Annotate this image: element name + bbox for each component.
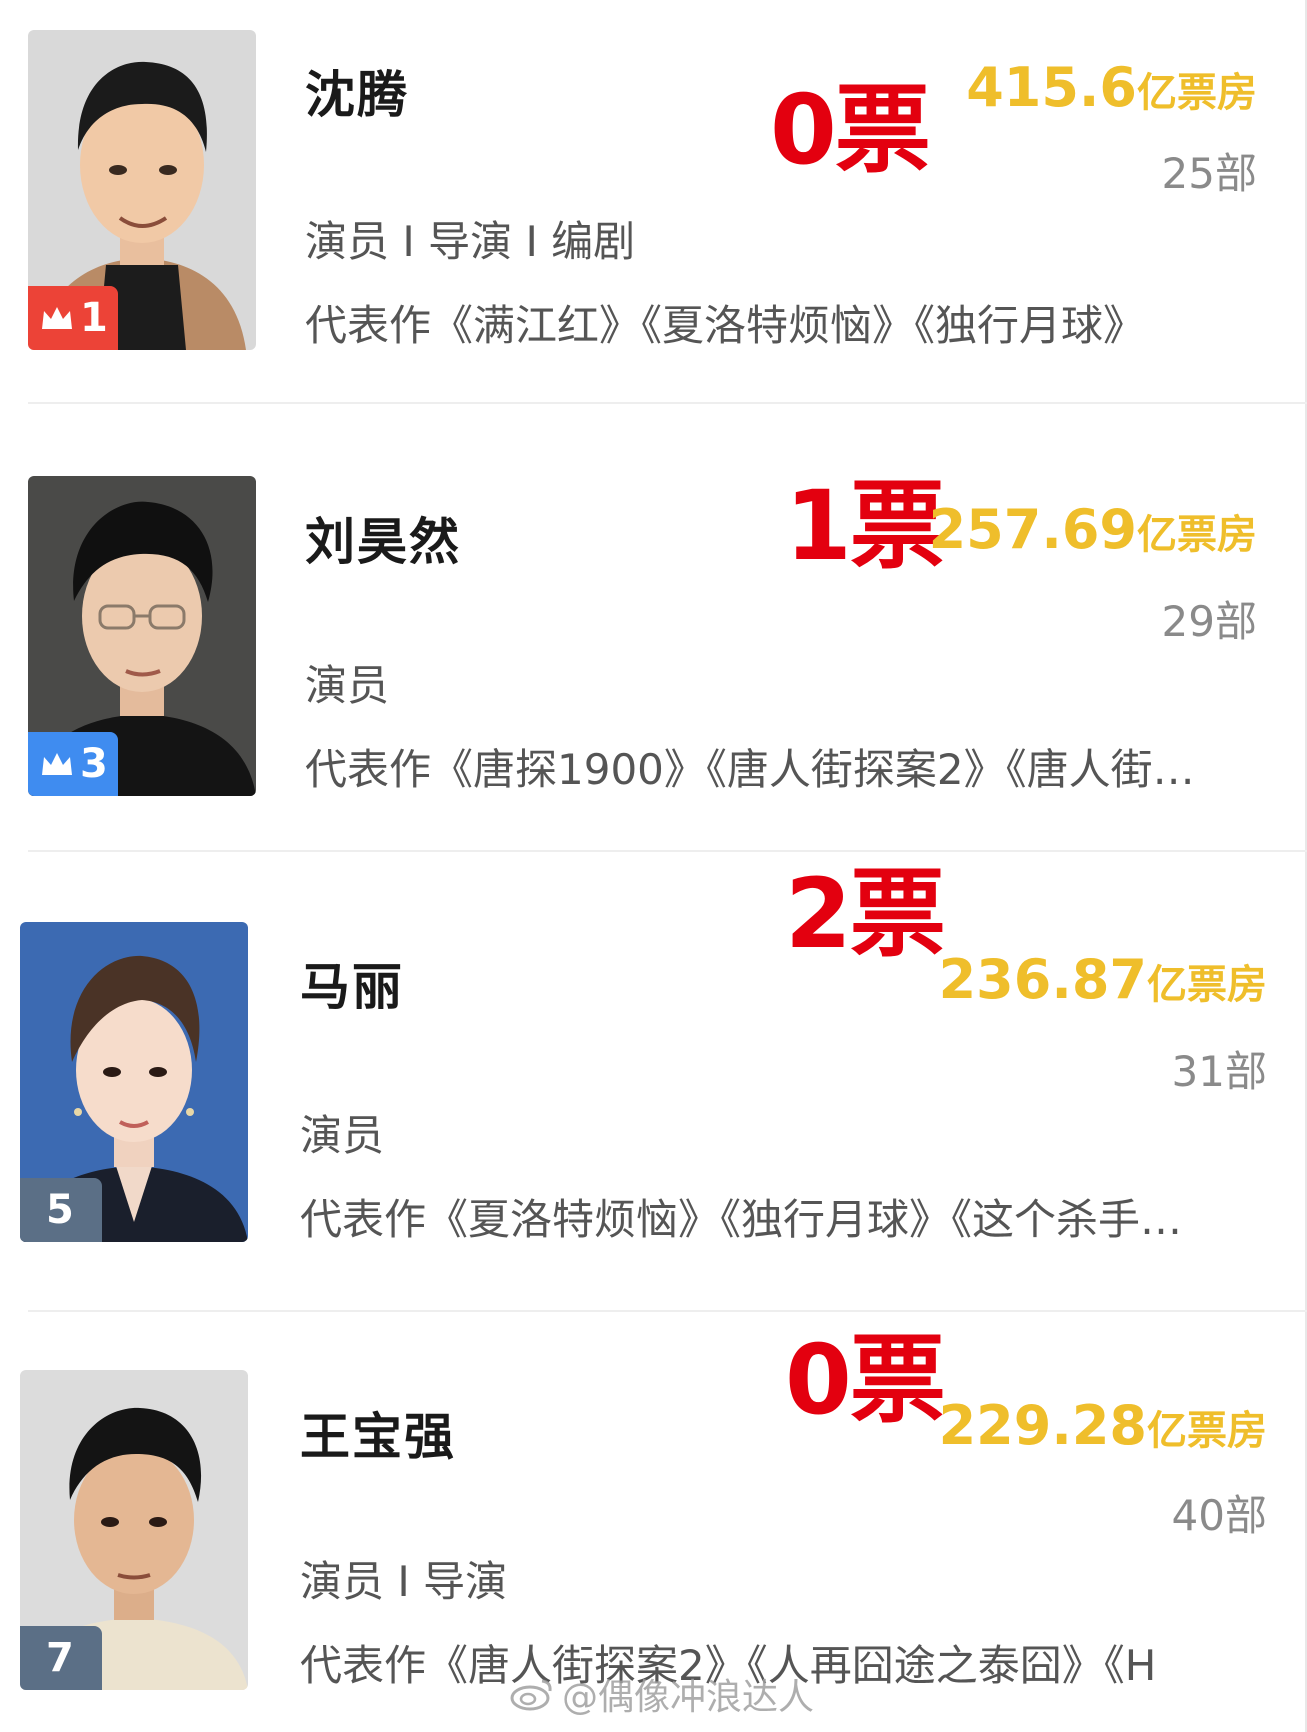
- box-office-total: 236.87亿票房: [939, 950, 1267, 1015]
- actor-name: 刘昊然: [305, 513, 461, 571]
- representative-works: 代表作《夏洛特烦恼》《独行月球》《这个杀手…: [300, 1195, 1183, 1244]
- film-count: 29部: [1161, 597, 1257, 646]
- vote-count: 0票: [770, 74, 931, 186]
- actor-photo: 1: [28, 30, 256, 350]
- vote-count: 0票: [785, 1324, 946, 1436]
- actor-card[interactable]: 5 马丽 2票 236.87亿票房 31部 演员 代表作《夏洛特烦恼》《独行月球…: [0, 852, 1307, 1312]
- actor-name: 马丽: [300, 958, 404, 1016]
- actor-name: 王宝强: [300, 1408, 456, 1466]
- rank-number: 5: [46, 1187, 74, 1233]
- box-office-value: 415.6: [966, 56, 1137, 119]
- actor-roles: 演员: [305, 661, 390, 710]
- box-office-unit: 亿票房: [1137, 70, 1257, 116]
- film-count: 25部: [1161, 149, 1257, 198]
- actor-roles: 演员 I 导演: [300, 1557, 508, 1606]
- watermark-text: @偶像冲浪达人: [562, 1677, 815, 1718]
- actor-photo: 7: [20, 1370, 248, 1690]
- actor-card[interactable]: 3 刘昊然 1票 257.69亿票房 29部 演员 代表作《唐探1900》《唐人…: [0, 420, 1307, 852]
- rank-badge: 3: [28, 732, 118, 796]
- vote-count: 2票: [785, 858, 946, 970]
- rank-number: 7: [46, 1635, 74, 1681]
- box-office-value: 236.87: [938, 948, 1147, 1011]
- actor-photo: 3: [28, 476, 256, 796]
- film-count: 40部: [1171, 1491, 1267, 1540]
- rank-badge: 7: [20, 1626, 102, 1690]
- box-office-value: 229.28: [938, 1394, 1147, 1457]
- box-office-value: 257.69: [928, 498, 1137, 561]
- box-office-total: 257.69亿票房: [929, 500, 1257, 565]
- rank-badge: 1: [28, 286, 118, 350]
- divider: [28, 402, 1307, 404]
- actor-roles: 演员: [300, 1111, 385, 1160]
- film-count: 31部: [1171, 1047, 1267, 1096]
- box-office-unit: 亿票房: [1137, 512, 1257, 558]
- watermark: @偶像冲浪达人: [510, 1668, 814, 1720]
- actor-roles: 演员 I 导演 I 编剧: [305, 217, 636, 266]
- actor-name: 沈腾: [305, 66, 409, 124]
- actor-photo: 5: [20, 922, 248, 1242]
- representative-works: 代表作《唐探1900》《唐人街探案2》《唐人街…: [305, 745, 1195, 794]
- rank-number: 3: [80, 741, 108, 787]
- box-office-unit: 亿票房: [1147, 962, 1267, 1008]
- weibo-logo-icon: [510, 1679, 552, 1711]
- crown-icon: [42, 307, 72, 329]
- actor-card[interactable]: 1 沈腾 0票 415.6亿票房 25部 演员 I 导演 I 编剧 代表作《满江…: [0, 0, 1307, 420]
- vote-count: 1票: [785, 470, 946, 582]
- rank-badge: 5: [20, 1178, 102, 1242]
- box-office-total: 415.6亿票房: [966, 58, 1257, 123]
- representative-works: 代表作《满江红》《夏洛特烦恼》《独行月球》: [305, 301, 1146, 350]
- box-office-total: 229.28亿票房: [939, 1396, 1267, 1461]
- rank-number: 1: [80, 295, 108, 341]
- box-office-unit: 亿票房: [1147, 1408, 1267, 1454]
- crown-icon: [42, 753, 72, 775]
